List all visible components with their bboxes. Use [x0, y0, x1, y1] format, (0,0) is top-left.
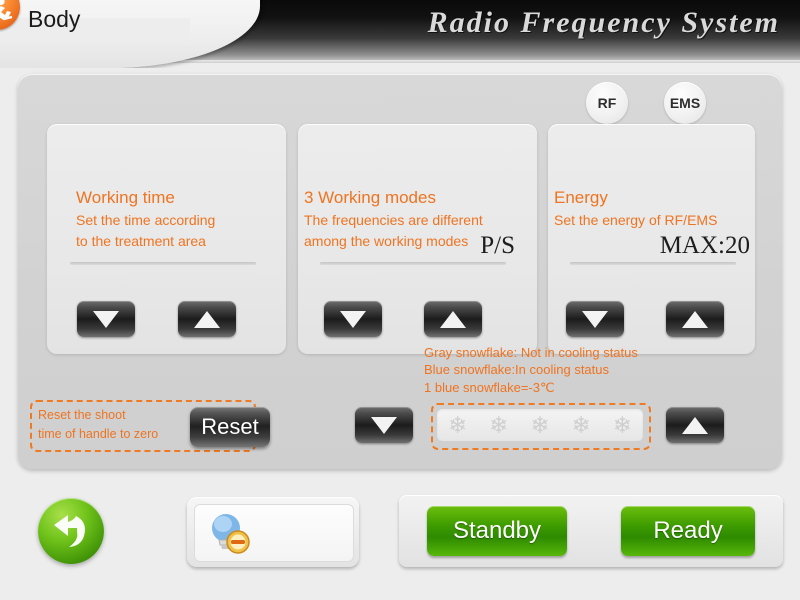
rf-mode-label: RF	[597, 95, 617, 111]
ready-button-label: Ready	[653, 517, 723, 544]
energy-increase-button[interactable]	[666, 301, 724, 337]
lightbulb-disabled-icon	[212, 514, 250, 554]
ems-mode-button[interactable]: EMS	[664, 82, 706, 124]
back-arrow-icon	[54, 515, 85, 547]
working-modes-increase-button[interactable]	[424, 301, 482, 337]
snowflake-icon: ❄	[612, 411, 632, 438]
working-time-decrease-button[interactable]	[77, 301, 135, 337]
chevron-down-icon	[93, 310, 119, 328]
cooling-note-line-3: 1 blue snowflake=-3℃	[424, 379, 555, 395]
working-modes-value: P/S	[480, 232, 515, 259]
back-button[interactable]	[38, 498, 104, 564]
chevron-up-icon	[682, 310, 708, 328]
working-modes-sub-2: among the working modes	[304, 233, 469, 249]
working-time-sub-2: to the treatment area	[76, 233, 206, 249]
ready-button[interactable]: Ready	[621, 506, 755, 556]
lamp-panel-inner	[194, 504, 354, 562]
working-time-sub-1: Set the time according	[76, 212, 216, 228]
working-time-divider	[70, 262, 256, 265]
energy-title: Energy	[554, 188, 608, 207]
chevron-down-icon	[371, 416, 397, 434]
standby-button[interactable]: Standby	[427, 506, 567, 556]
reset-button-label: Reset	[201, 414, 259, 439]
header-bar: Radio Frequency System Body	[0, 0, 800, 68]
action-panel: Standby Ready	[399, 495, 783, 567]
energy-sub-1: Set the energy of RF/EMS	[554, 212, 718, 228]
ems-mode-label: EMS	[669, 95, 701, 111]
cooling-note-line-1: Gray snowflake: Not in cooling status	[424, 345, 638, 360]
cooling-increase-button[interactable]	[666, 407, 724, 443]
cooling-note-line-2: Blue snowflake:In cooling status	[424, 362, 609, 378]
snowflake-icon: ❄	[530, 411, 550, 438]
rf-mode-button[interactable]: RF	[586, 82, 628, 124]
reset-annotation-text: Reset the shoot time of handle to zero	[38, 406, 158, 445]
reset-note-line-1: Reset the shoot	[38, 408, 126, 422]
working-time-increase-button[interactable]	[178, 301, 236, 337]
chevron-up-icon	[440, 310, 466, 328]
cooling-level-indicator[interactable]: ❄ ❄ ❄ ❄ ❄	[437, 409, 643, 441]
standby-button-label: Standby	[452, 517, 542, 544]
chevron-down-icon	[340, 310, 366, 328]
chevron-up-icon	[682, 416, 708, 434]
cooling-decrease-button[interactable]	[355, 407, 413, 443]
snowflake-icon: ❄	[571, 411, 591, 438]
reset-note-line-2: time of handle to zero	[38, 427, 159, 442]
running-person-icon	[0, 0, 20, 30]
lamp-panel[interactable]	[187, 497, 359, 567]
energy-value: MAX:20	[659, 232, 750, 259]
tab-label: Body	[28, 6, 81, 32]
working-modes-divider	[320, 262, 506, 265]
working-time-title: Working time	[76, 188, 175, 207]
chevron-up-icon	[194, 310, 220, 328]
energy-decrease-button[interactable]	[566, 301, 624, 337]
reset-button[interactable]: Reset	[190, 407, 270, 447]
page-title: Radio Frequency System	[427, 6, 780, 39]
snowflake-icon: ❄	[447, 411, 468, 438]
working-modes-decrease-button[interactable]	[324, 301, 382, 337]
cooling-annotation-text: Gray snowflake: Not in cooling status Bl…	[424, 344, 638, 396]
snowflake-icon: ❄	[489, 411, 509, 438]
chevron-down-icon	[582, 310, 608, 328]
energy-divider	[570, 262, 736, 265]
working-modes-title: 3 Working modes	[304, 188, 436, 207]
working-modes-sub-1: The frequencies are different	[304, 212, 483, 228]
